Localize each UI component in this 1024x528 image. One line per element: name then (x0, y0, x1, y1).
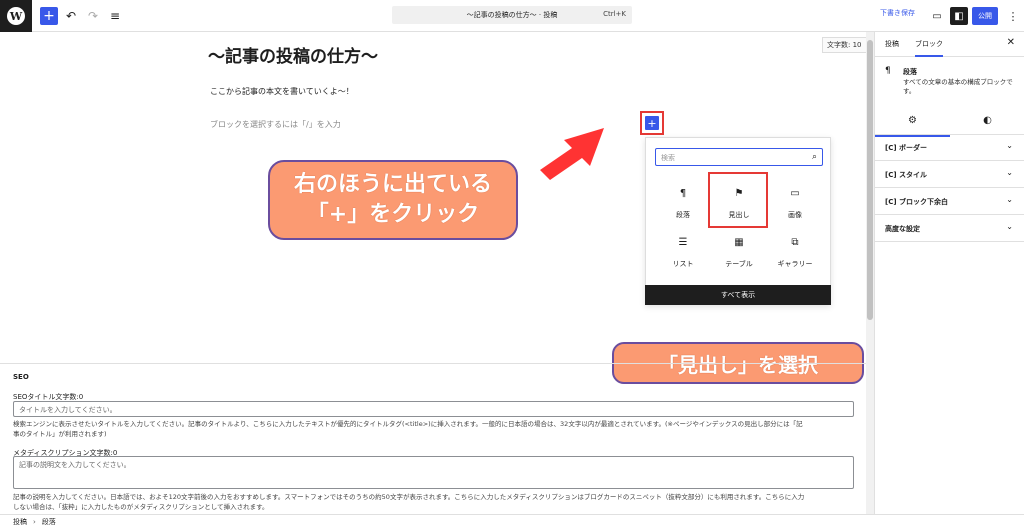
meta-description-placeholder: 記事の説明文を入力してください。 (19, 461, 131, 469)
breadcrumb-current[interactable]: 段落 (42, 517, 56, 527)
panel-label: [C] ボーダー (885, 144, 927, 152)
help-line: 記事の説明を入力してください。日本語では、およそ120文字前後の入力をおすすめし… (13, 493, 805, 501)
panel-label: [C] ブロック下余白 (885, 198, 948, 206)
meta-description-textarea[interactable]: 記事の説明文を入力してください。 (13, 456, 854, 489)
help-line: 事のタイトル」が利用されます) (13, 430, 107, 438)
chevron-down-icon: ⌄ (1006, 222, 1013, 231)
search-icon: ⌕ (811, 152, 817, 162)
inserter-item-gallery[interactable]: ⧉ ギャラリー (770, 237, 820, 269)
sidebar-tabs: 投稿 ブロック ✕ (875, 32, 1024, 57)
inserter-highlight-frame: + (640, 111, 664, 135)
callout-line: 「+」をクリック (306, 202, 480, 227)
image-icon: ▭ (790, 188, 800, 199)
save-draft-button[interactable]: 下書き保存 (880, 8, 915, 18)
inserter-item-list[interactable]: ☰ リスト (658, 237, 708, 269)
inserter-search-input[interactable]: 検索 ⌕ (655, 148, 823, 166)
chevron-right-icon: › (33, 517, 36, 526)
panel-border[interactable]: [C] ボーダー ⌄ (875, 134, 1024, 161)
search-placeholder: 検索 (661, 154, 675, 162)
inserter-item-label: リスト (672, 260, 694, 268)
breadcrumb-root[interactable]: 投稿 (13, 517, 27, 527)
chevron-down-icon: ⌄ (1006, 195, 1013, 204)
table-icon: ▦ (734, 237, 744, 248)
inserter-item-label: 段落 (676, 211, 690, 219)
settings-toggle-icon[interactable]: ◧ (950, 7, 968, 25)
tab-post[interactable]: 投稿 (885, 39, 899, 49)
panel-block-margin[interactable]: [C] ブロック下余白 ⌄ (875, 188, 1024, 215)
seo-title-input[interactable]: タイトルを入力してください。 (13, 401, 854, 417)
styles-half-circle-icon[interactable]: ◐ (950, 115, 1024, 126)
top-toolbar: W + ↶ ↷ ≡ 〜記事の投稿の仕方〜 · 投稿 Ctrl+K 下書き保存 ▭… (0, 0, 1024, 32)
block-settings-tabs: ⚙ ◐ (875, 111, 1024, 137)
panel-style[interactable]: [C] スタイル ⌄ (875, 161, 1024, 188)
document-title: 〜記事の投稿の仕方〜 · 投稿 (466, 11, 558, 19)
block-breadcrumb: 投稿 › 段落 (0, 514, 1024, 528)
options-menu-icon[interactable]: ⋮ (1004, 7, 1022, 25)
instruction-callout: 右のほうに出ている 「+」をクリック (268, 160, 518, 240)
inserter-item-image[interactable]: ▭ 画像 (770, 188, 820, 220)
callout-line: 右のほうに出ている (293, 172, 492, 197)
close-icon[interactable]: ✕ (1007, 37, 1015, 48)
browse-all-button[interactable]: すべて表示 (645, 285, 831, 305)
paragraph-icon: ¶ (679, 188, 687, 199)
document-overview-icon[interactable]: ≡ (106, 7, 124, 25)
panel-label: 高度な設定 (885, 225, 920, 233)
chevron-down-icon: ⌄ (1006, 141, 1013, 150)
seo-title-help: 検索エンジンに表示させたいタイトルを入力してください。記事のタイトルより、こちら… (13, 419, 858, 439)
inserter-item-label: テーブル (725, 260, 753, 268)
panel-label: [C] スタイル (885, 171, 927, 179)
command-shortcut: Ctrl+K (603, 10, 626, 18)
editor-scrollbar-thumb[interactable] (867, 40, 873, 320)
settings-sidebar: 投稿 ブロック ✕ ¶ 段落 すべての文章の基本の構成ブロックです。 ⚙ ◐ [… (874, 32, 1024, 514)
tab-block[interactable]: ブロック (915, 39, 943, 57)
add-block-button[interactable]: + (40, 7, 58, 25)
paragraph-block[interactable]: ここから記事の本文を書いていくよ〜！ (210, 86, 354, 97)
chevron-down-icon: ⌄ (1006, 168, 1013, 177)
paragraph-icon: ¶ (885, 66, 891, 76)
wordpress-logo-icon[interactable]: W (0, 0, 32, 32)
block-description: すべての文章の基本の構成ブロックです。 (903, 78, 1013, 95)
panel-advanced[interactable]: 高度な設定 ⌄ (875, 215, 1024, 242)
post-title[interactable]: 〜記事の投稿の仕方〜 (208, 42, 378, 67)
inserter-item-label: ギャラリー (777, 260, 813, 268)
empty-block-placeholder[interactable]: ブロックを選択するには「/」を入力 (210, 119, 341, 130)
publish-button[interactable]: 公開 (972, 7, 998, 25)
preview-icon[interactable]: ▭ (928, 7, 946, 25)
block-name: 段落 (903, 68, 917, 76)
seo-title-placeholder: タイトルを入力してください。 (19, 406, 117, 414)
gallery-icon: ⧉ (791, 237, 799, 248)
help-line: しない場合は、「抜粋」に入力したものがメタディスクリプションとして挿入されます。 (13, 503, 269, 511)
undo-icon[interactable]: ↶ (62, 7, 80, 25)
document-bar[interactable]: 〜記事の投稿の仕方〜 · 投稿 Ctrl+K (392, 6, 632, 24)
redo-icon[interactable]: ↷ (84, 7, 102, 25)
heading-highlight-frame (708, 172, 768, 228)
red-arrow-icon (540, 128, 604, 180)
list-icon: ☰ (678, 237, 688, 248)
inserter-item-label: 画像 (788, 211, 802, 219)
meta-description-help: 記事の説明を入力してください。日本語では、およそ120文字前後の入力をおすすめし… (13, 492, 858, 512)
block-inserter-button[interactable]: + (645, 116, 659, 130)
seo-heading: SEO (13, 373, 29, 381)
inserter-item-table[interactable]: ▦ テーブル (714, 237, 764, 269)
inserter-item-paragraph[interactable]: ¶ 段落 (658, 188, 708, 220)
meta-divider (0, 363, 866, 364)
word-count-badge: 文字数: 10 (822, 37, 867, 53)
help-line: 検索エンジンに表示させたいタイトルを入力してください。記事のタイトルより、こちら… (13, 420, 803, 428)
